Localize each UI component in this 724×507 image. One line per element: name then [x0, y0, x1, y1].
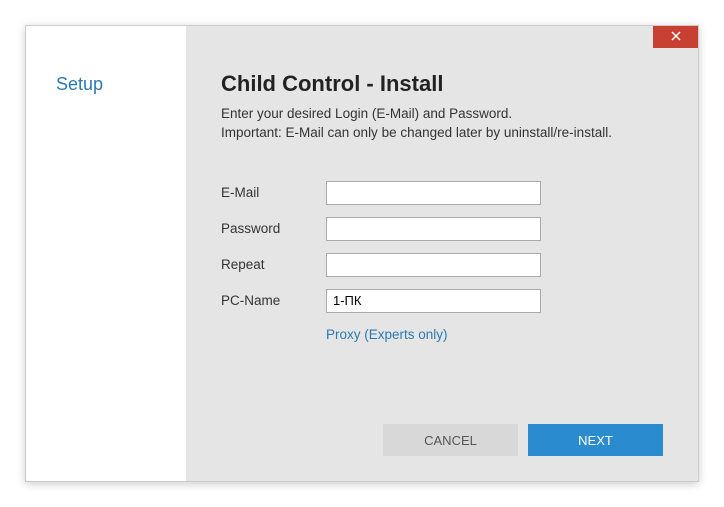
- row-repeat: Repeat: [221, 253, 663, 277]
- pcname-label: PC-Name: [221, 293, 326, 308]
- sidebar: Setup: [26, 26, 186, 481]
- repeat-label: Repeat: [221, 257, 326, 272]
- email-label: E-Mail: [221, 185, 326, 200]
- main-panel: Child Control - Install Enter your desir…: [186, 26, 698, 481]
- page-description: Enter your desired Login (E-Mail) and Pa…: [221, 105, 663, 143]
- repeat-field[interactable]: [326, 253, 541, 277]
- proxy-link[interactable]: Proxy (Experts only): [326, 327, 663, 342]
- desc-line1: Enter your desired Login (E-Mail) and Pa…: [221, 106, 512, 121]
- row-pcname: PC-Name: [221, 289, 663, 313]
- email-field[interactable]: [326, 181, 541, 205]
- cancel-button[interactable]: CANCEL: [383, 424, 518, 456]
- pcname-field[interactable]: [326, 289, 541, 313]
- button-row: CANCEL NEXT: [221, 424, 663, 456]
- password-field[interactable]: [326, 217, 541, 241]
- desc-line2: Important: E-Mail can only be changed la…: [221, 125, 612, 140]
- next-button[interactable]: NEXT: [528, 424, 663, 456]
- password-label: Password: [221, 221, 326, 236]
- close-icon: [671, 30, 681, 44]
- dialog-body: Setup Child Control - Install Enter your…: [26, 26, 698, 481]
- page-title: Child Control - Install: [221, 71, 663, 97]
- row-password: Password: [221, 217, 663, 241]
- install-dialog: Setup Child Control - Install Enter your…: [25, 25, 699, 482]
- sidebar-title: Setup: [56, 74, 186, 95]
- row-email: E-Mail: [221, 181, 663, 205]
- close-button[interactable]: [653, 26, 698, 48]
